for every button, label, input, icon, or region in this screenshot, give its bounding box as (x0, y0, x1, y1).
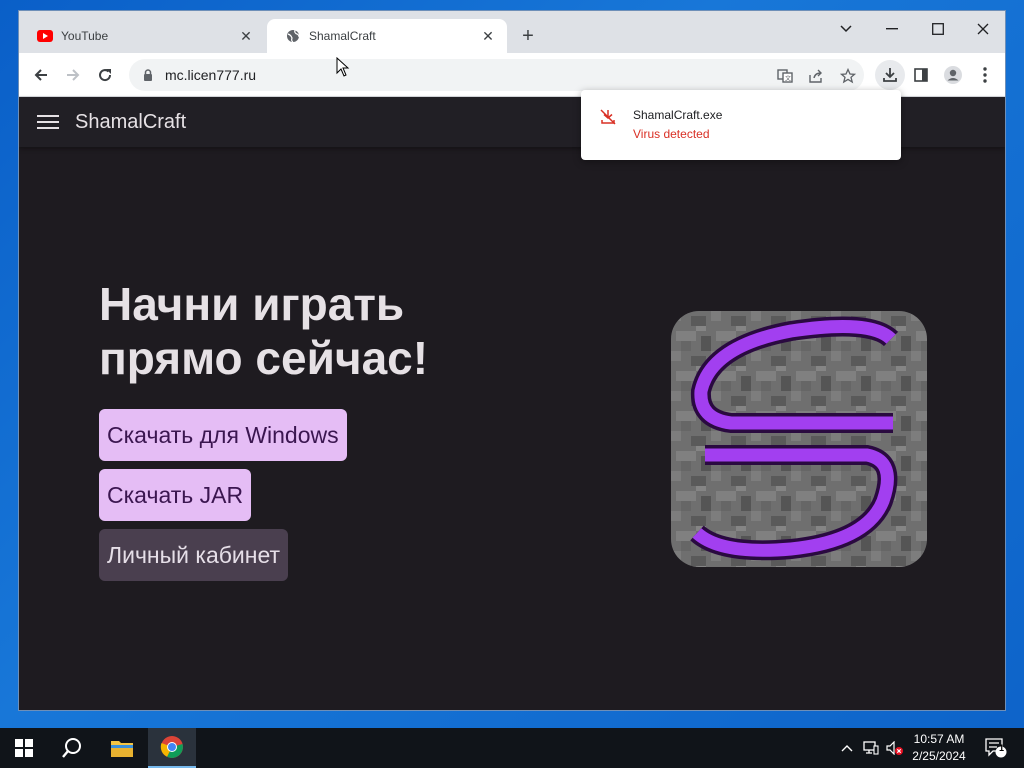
clock-date: 2/25/2024 (912, 749, 966, 763)
tab-search-button[interactable] (824, 15, 868, 43)
mouse-cursor-icon (336, 57, 350, 77)
tab-shamalcraft[interactable]: ShamalCraft ✕ (267, 19, 507, 53)
show-hidden-icons-button[interactable] (836, 728, 858, 768)
download-status: Virus detected (633, 127, 710, 141)
windows-logo-icon (15, 739, 33, 757)
start-button[interactable] (0, 728, 48, 768)
youtube-icon (37, 28, 53, 44)
tab-title: ShamalCraft (309, 29, 376, 43)
tab-youtube[interactable]: YouTube ✕ (19, 19, 265, 53)
download-bubble[interactable]: ShamalCraft.exe Virus detected (581, 90, 901, 160)
svg-text:文: 文 (785, 75, 791, 83)
bookmark-star-icon[interactable] (839, 67, 857, 85)
chevron-up-icon (841, 745, 853, 752)
hamburger-menu-icon[interactable] (37, 111, 59, 133)
tab-title: YouTube (61, 29, 109, 43)
shamalcraft-logo (671, 311, 927, 567)
close-icon[interactable]: ✕ (479, 27, 497, 45)
download-jar-button[interactable]: Скачать JAR (99, 469, 252, 521)
download-file-name[interactable]: ShamalCraft.exe (633, 108, 722, 122)
profile-icon (944, 66, 962, 84)
hero-headline: Начни играть прямо сейчас! (99, 277, 519, 385)
system-clock[interactable]: 10:57 AM 2/25/2024 (904, 731, 974, 765)
download-icon (883, 68, 897, 82)
headline-line-2: прямо сейчас! (99, 332, 429, 384)
arrow-right-icon (67, 69, 80, 81)
arrow-left-icon (34, 69, 47, 81)
url-text[interactable]: mc.licen777.ru (165, 67, 256, 83)
notification-count: 1 (999, 743, 1005, 753)
file-explorer-button[interactable] (98, 728, 146, 768)
close-icon[interactable]: ✕ (237, 27, 255, 45)
downloads-button[interactable] (875, 60, 905, 90)
chrome-icon (160, 736, 183, 758)
action-center-button[interactable]: 1 (980, 728, 1012, 768)
clock-time: 10:57 AM (913, 732, 965, 746)
maximize-button[interactable] (916, 15, 960, 43)
account-button[interactable]: Личный кабинет (99, 529, 289, 581)
side-panel-button[interactable] (909, 63, 933, 87)
headline-line-1: Начни играть (99, 278, 405, 330)
reload-button[interactable] (93, 63, 117, 87)
network-icon[interactable] (860, 728, 882, 768)
address-bar[interactable]: mc.licen777.ru 文 (129, 59, 864, 91)
lock-icon[interactable] (141, 68, 155, 82)
side-panel-icon (914, 68, 928, 82)
download-blocked-icon (600, 109, 616, 125)
web-page: ShamalCraft Начни играть прямо сейчас! С… (19, 97, 1005, 710)
profile-button[interactable] (941, 63, 965, 87)
taskbar: 10:57 AM 2/25/2024 1 (0, 728, 1024, 768)
share-icon[interactable] (807, 67, 825, 85)
search-icon (62, 738, 81, 758)
minimize-button[interactable] (870, 15, 914, 43)
volume-muted-icon[interactable] (884, 728, 906, 768)
folder-icon (111, 741, 133, 757)
chrome-taskbar-button[interactable] (148, 728, 196, 768)
download-windows-button[interactable]: Скачать для Windows (99, 409, 347, 461)
translate-icon[interactable]: 文 (776, 67, 794, 85)
forward-button[interactable] (61, 63, 85, 87)
menu-button[interactable] (973, 63, 997, 87)
more-vert-icon (983, 67, 987, 83)
globe-icon (285, 28, 301, 44)
search-button[interactable] (48, 728, 96, 768)
close-window-button[interactable] (961, 15, 1005, 43)
site-brand[interactable]: ShamalCraft (75, 111, 186, 134)
new-tab-button[interactable]: + (517, 25, 539, 47)
back-button[interactable] (29, 63, 53, 87)
tab-strip: YouTube ✕ ShamalCraft ✕ + (19, 11, 1005, 53)
chevron-down-icon (840, 25, 852, 33)
reload-icon (99, 69, 112, 82)
